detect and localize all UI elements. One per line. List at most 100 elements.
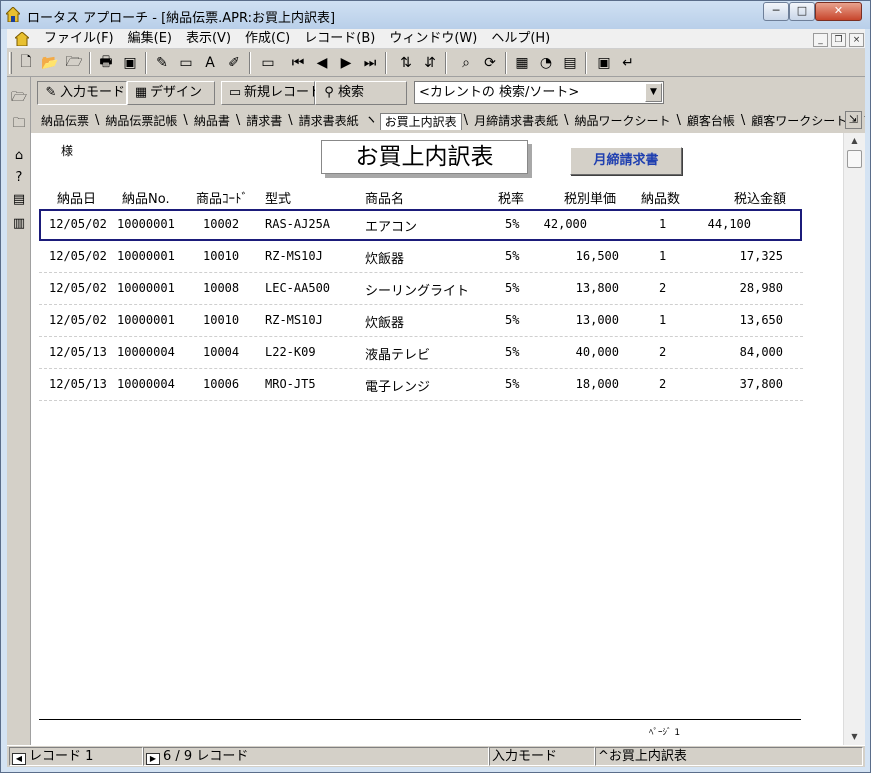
calendar-icon[interactable]: ▦ xyxy=(511,52,533,74)
document-icon[interactable] xyxy=(15,32,29,46)
text-tool-icon[interactable]: A xyxy=(199,52,221,74)
cell-product-name: 電子レンジ xyxy=(365,380,431,395)
scroll-up-icon[interactable]: ▲ xyxy=(844,133,865,149)
folder-open-icon[interactable]: 🗁 xyxy=(9,89,29,109)
find-records-icon[interactable]: ⌕ xyxy=(455,52,477,74)
new-file-icon[interactable]: 🗋 xyxy=(15,52,37,74)
search-button[interactable]: ⚲ 検索 xyxy=(315,81,407,105)
folder-icon[interactable]: 🗀 xyxy=(9,115,29,135)
timer-icon[interactable]: ◔ xyxy=(535,52,557,74)
status-mode[interactable]: 入力モード xyxy=(489,747,595,766)
previous-record-icon[interactable]: ◀ xyxy=(311,52,333,74)
next-record-icon[interactable]: ▶ xyxy=(335,52,357,74)
report-icon[interactable]: ▤ xyxy=(559,52,581,74)
menu-bar: ファイル(F) 編集(E) 表示(V) 作成(C) レコード(B) ウィンドウ(… xyxy=(7,29,865,49)
draw-tool-icon[interactable]: ✐ xyxy=(223,52,245,74)
cell-quantity: 1 xyxy=(659,217,667,231)
tab-divider: \ xyxy=(564,113,569,128)
table-row[interactable]: 12/05/13 10000004 10004 L22-K09 液晶テレビ 5% 40,00… xyxy=(31,337,843,369)
toolbar-grip[interactable] xyxy=(9,52,12,74)
cell-unit-price: 16,500 xyxy=(575,249,619,263)
table-row[interactable]: 12/05/13 10000004 10006 MRO-JT5 電子レンジ 5% 18,00… xyxy=(31,369,843,401)
tab-delivery-slip-entry[interactable]: 納品伝票記帳 xyxy=(101,113,181,130)
cell-amount: 84,000 xyxy=(739,345,783,359)
status-view-name[interactable]: ^お買上内訳表 xyxy=(595,747,863,766)
cell-model: MRO-JT5 xyxy=(265,377,316,391)
tab-monthly-invoice-cover[interactable]: 月締請求書表紙 xyxy=(470,113,562,130)
spell-check-icon[interactable]: ▣ xyxy=(593,52,615,74)
input-mode-button[interactable]: ✎ 入力モード xyxy=(37,81,127,105)
monthly-invoice-button[interactable]: 月締請求書 xyxy=(570,147,682,175)
cell-product-name: エアコン xyxy=(365,220,418,235)
child-minimize-button[interactable]: _ xyxy=(813,33,828,47)
close-button[interactable]: ✕ xyxy=(815,2,862,21)
toolbar-separator xyxy=(445,52,447,74)
tab-invoice-cover[interactable]: 請求書表紙 xyxy=(295,113,363,130)
last-record-icon[interactable]: ⏭ xyxy=(359,52,381,74)
form-view-icon[interactable]: ▭ xyxy=(257,52,279,74)
database-icon[interactable]: ▤ xyxy=(9,189,29,209)
menu-window[interactable]: ウィンドウ(W) xyxy=(382,31,484,47)
tab-scroll-icon[interactable]: ⇲ xyxy=(845,111,862,129)
table-row[interactable]: 12/05/02 10000001 10002 RAS-AJ25A エアコン 5% 42,0… xyxy=(39,209,802,241)
cell-product-code: 10006 xyxy=(203,377,240,391)
minimize-button[interactable]: ─ xyxy=(763,2,789,21)
status-record-current[interactable]: ◀ レコード 1 xyxy=(9,747,143,766)
scroll-thumb[interactable] xyxy=(847,150,862,168)
first-record-icon[interactable]: ⏮ xyxy=(287,52,309,74)
menu-create[interactable]: 作成(C) xyxy=(238,31,297,47)
enter-icon[interactable]: ↵ xyxy=(617,52,639,74)
sort-descending-icon[interactable]: ⇵ xyxy=(419,52,441,74)
table-row[interactable]: 12/05/02 10000001 10010 RZ-MS10J 炊飯器 5% 13,000… xyxy=(31,305,843,337)
tab-invoice[interactable]: 請求書 xyxy=(242,113,286,130)
toolbar-separator xyxy=(505,52,507,74)
open-folder-icon[interactable]: 🗁 xyxy=(63,52,85,74)
tab-customer-ledger[interactable]: 顧客台帳 xyxy=(683,113,739,130)
design-button[interactable]: ▦ デザイン xyxy=(127,81,215,105)
cell-model: RZ-MS10J xyxy=(265,249,323,263)
cell-date: 12/05/02 xyxy=(49,281,107,295)
tab-delivery-slip[interactable]: 納品伝票 xyxy=(37,113,93,130)
tab-divider: \ xyxy=(95,113,100,128)
vertical-scrollbar[interactable]: ▲ ▼ xyxy=(843,133,865,745)
scroll-down-icon[interactable]: ▼ xyxy=(844,729,865,745)
toolbar-separator xyxy=(89,52,91,74)
chevron-down-icon[interactable]: ▼ xyxy=(645,83,662,102)
sort-ascending-icon[interactable]: ⇅ xyxy=(395,52,417,74)
cell-amount: 17,325 xyxy=(739,249,783,263)
tab-purchase-breakdown[interactable]: お買上内訳表 xyxy=(379,113,462,130)
tab-delivery-worksheet[interactable]: 納品ワークシート xyxy=(570,113,674,130)
approach-app-icon[interactable] xyxy=(6,7,20,22)
help-icon[interactable]: ? xyxy=(9,167,29,187)
tab-divider: \ xyxy=(740,113,746,128)
menu-help[interactable]: ヘルプ(H) xyxy=(484,31,557,47)
print-icon[interactable]: 🖶 xyxy=(95,52,117,74)
child-restore-button[interactable]: ❐ xyxy=(831,33,846,47)
record-goto-icon[interactable]: ▶ xyxy=(146,753,160,765)
home-icon[interactable]: ⌂ xyxy=(9,145,29,165)
report-title: お買上内訳表 xyxy=(321,140,528,174)
tab-customer-worksheet[interactable]: 顧客ワークシート xyxy=(747,113,851,130)
chart-icon[interactable]: ▥ xyxy=(9,213,29,233)
open-file-icon[interactable]: 📂 xyxy=(39,52,61,74)
table-row[interactable]: 12/05/02 10000001 10010 RZ-MS10J 炊飯器 5% 16,500… xyxy=(31,241,843,273)
menu-view[interactable]: 表示(V) xyxy=(179,31,238,47)
record-back-icon[interactable]: ◀ xyxy=(12,753,26,765)
child-close-button[interactable]: × xyxy=(849,33,864,47)
report-rows: 12/05/02 10000001 10002 RAS-AJ25A エアコン 5% 42,0… xyxy=(31,209,843,401)
new-record-button[interactable]: ▭ 新規レコード xyxy=(221,81,322,105)
maximize-button[interactable]: □ xyxy=(789,2,815,21)
find-sort-select[interactable]: <カレントの 検索/ソート> ▼ xyxy=(414,81,664,104)
refresh-icon[interactable]: ⟳ xyxy=(479,52,501,74)
menu-record[interactable]: レコード(B) xyxy=(297,31,382,47)
menu-file[interactable]: ファイル(F) xyxy=(37,31,121,47)
ruler-icon[interactable]: ▭ xyxy=(175,52,197,74)
menu-edit[interactable]: 編集(E) xyxy=(121,31,179,47)
tab-delivery-note[interactable]: 納品書 xyxy=(190,113,234,130)
print-preview-icon[interactable]: ▣ xyxy=(119,52,141,74)
pen-tool-icon[interactable]: ✎ xyxy=(151,52,173,74)
tab-divider: \ xyxy=(288,113,293,128)
cell-unit-price: 13,000 xyxy=(575,313,619,327)
status-record-count[interactable]: ▶ 6 / 9 レコード xyxy=(143,747,489,766)
table-row[interactable]: 12/05/02 10000001 10008 LEC-AA500 シーリングライト 5%… xyxy=(31,273,843,305)
